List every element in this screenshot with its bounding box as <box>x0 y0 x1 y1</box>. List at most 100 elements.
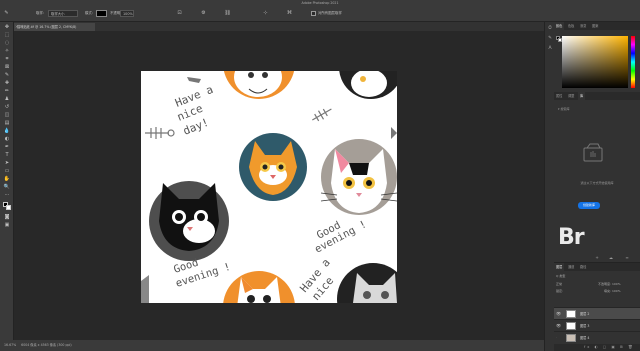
app-title: Adobe Photoshop 2021 <box>301 0 339 5</box>
brush-tool-icon[interactable]: ✏ <box>3 88 11 94</box>
lasso-tool-icon[interactable]: ◌ <box>3 40 11 46</box>
mode-label: 模式: <box>85 11 93 15</box>
gear-icon[interactable]: ⚙ <box>200 10 207 17</box>
marquee-tool-icon[interactable]: ⬚ <box>3 32 11 38</box>
tab-paths[interactable]: 路径 <box>578 263 588 271</box>
tab-properties[interactable]: 属性 <box>554 92 564 100</box>
menu-icon[interactable]: ≡ <box>624 255 630 260</box>
document-tab[interactable]: 猫咪贴纸.tif @ 16.7% (图层 2, CMYK/8) <box>13 23 95 31</box>
layer-name: 图层 4 <box>580 336 590 340</box>
layer-filter[interactable]: Q 类型 <box>556 273 565 279</box>
eye-hidden-icon[interactable]: · <box>556 335 557 340</box>
stamp-tool-icon[interactable]: ♟ <box>3 96 11 102</box>
zoom-tool-icon[interactable]: 🔍 <box>3 184 11 190</box>
dodge-tool-icon[interactable]: ◐ <box>3 136 11 142</box>
healing-brush-icon[interactable]: ✚ <box>3 80 11 86</box>
tools-panel: ✥ ⬚ ◌ ✧ ⌗ ⊠ ✎ ✚ ✏ ♟ ↺ ◫ ▤ 💧 ◐ ✒ T ➤ ▭ ✋ … <box>0 22 14 340</box>
tab-adjustments[interactable]: 调整 <box>566 92 576 100</box>
layer-thumbnail <box>566 322 576 330</box>
layers-panel: 图层 通道 路径 Q 类型 正常 不透明度: 100% 锁定: 填充: 100%… <box>554 262 640 351</box>
color-picker-field[interactable] <box>562 36 628 88</box>
sample-all-layers-checkbox[interactable] <box>311 11 316 16</box>
align-icon[interactable]: ⊡ <box>176 10 183 17</box>
screen-mode-icon[interactable]: ▣ <box>3 222 11 228</box>
shape-tool-icon[interactable]: ▭ <box>3 168 11 174</box>
eye-icon[interactable]: 👁 <box>556 311 561 316</box>
history-brush-icon[interactable]: ↺ <box>3 104 11 110</box>
color-panel-tabs: 颜色 色板 渐变 图案 <box>554 22 640 30</box>
fish-icon <box>187 77 201 83</box>
right-panels: 颜色 色板 渐变 图案 属性 调整 库 ▾ 搜索库 通过以下方式开始使用库 创建… <box>554 22 640 351</box>
cat-pattern-artwork: Have a nice day! Good evening ! Good eve… <box>141 71 397 303</box>
history-icon[interactable]: ⏱ <box>547 26 553 32</box>
eye-icon[interactable]: 👁 <box>556 323 561 328</box>
panel-icon-strip: ⏱ ✎ A <box>544 22 554 351</box>
gradient-tool-icon[interactable]: ▤ <box>3 120 11 126</box>
library-panel-tabs: 属性 调整 库 <box>554 92 640 100</box>
sample-all-layers-label: 对所有图层取样 <box>318 11 342 15</box>
library-search[interactable]: ▾ 搜索库 <box>558 106 636 112</box>
eyedropper-tool-icon[interactable]: ✎ <box>3 10 10 17</box>
hand-tool-icon[interactable]: ✋ <box>3 176 11 182</box>
tab-color[interactable]: 颜色 <box>554 22 565 30</box>
document-canvas[interactable]: Have a nice day! Good evening ! Good eve… <box>141 71 397 303</box>
layer-row[interactable]: 👁 图层 3 <box>554 319 640 331</box>
tab-libraries[interactable]: 库 <box>578 92 586 100</box>
type-tool-icon[interactable]: T <box>3 152 11 158</box>
eyedropper-icon[interactable]: ✎ <box>3 72 11 78</box>
frame-tool-icon[interactable]: ⊠ <box>3 64 11 70</box>
tab-patterns[interactable]: 图案 <box>590 22 600 30</box>
layer-opacity[interactable]: 不透明度: 100% <box>598 281 621 287</box>
layer-thumbnail <box>566 334 576 342</box>
lock-label: 锁定: <box>556 289 564 293</box>
pen-tool-icon[interactable]: ✒ <box>3 144 11 150</box>
options-bar: ✎ 取样: 取样大小 模式: 不透明度: 100% ⊡ ⚙ ⛓ ⊹ ⌘ 对所有图… <box>0 5 640 22</box>
transform-icon[interactable]: ⊹ <box>262 10 269 17</box>
eraser-tool-icon[interactable]: ◫ <box>3 112 11 118</box>
bridge-logo: Br <box>558 225 585 250</box>
photoshop-window: Adobe Photoshop 2021 ✎ 取样: 取样大小 模式: 不透明度… <box>0 0 640 351</box>
opacity-input[interactable]: 100% <box>120 10 134 17</box>
hue-slider[interactable] <box>631 36 635 88</box>
zoom-level[interactable]: 16.67% <box>4 343 16 347</box>
tab-channels[interactable]: 通道 <box>566 263 576 271</box>
tab-gradients[interactable]: 渐变 <box>578 22 588 30</box>
add-content-icon[interactable]: + <box>594 255 600 260</box>
brush-settings-icon[interactable]: ✎ <box>547 36 553 42</box>
crop-tool-icon[interactable]: ⌗ <box>3 56 11 62</box>
create-library-button[interactable]: 创建新库 <box>578 202 600 209</box>
quick-mask-icon[interactable]: ◙ <box>3 214 11 220</box>
layers-footer-icons[interactable]: fx ◐ ▢ ▣ ⊞ 🗑 <box>554 344 640 351</box>
link-icon[interactable]: ⛓ <box>224 10 231 17</box>
status-bar: 16.67% 6004 像素 x 4563 像素 (300 ppi) <box>0 340 544 351</box>
color-swatch[interactable] <box>96 10 107 17</box>
document-tab-bar: 猫咪贴纸.tif @ 16.7% (图层 2, CMYK/8) × <box>0 22 544 31</box>
fish-icon <box>391 127 397 139</box>
background-color[interactable] <box>6 205 11 210</box>
warp-icon[interactable]: ⌘ <box>286 10 293 17</box>
layer-thumbnail <box>566 310 576 318</box>
layer-fill[interactable]: 填充: 100% <box>604 288 621 294</box>
blend-mode-select[interactable]: 正常 <box>556 281 562 287</box>
library-empty-message: 通过以下方式开始使用库 <box>580 181 614 185</box>
move-tool-icon[interactable]: ✥ <box>3 24 11 30</box>
sample-label: 取样: <box>36 11 44 15</box>
fishbone-icon <box>145 127 175 139</box>
close-tab-icon[interactable]: × <box>15 22 18 31</box>
layer-row[interactable]: 👁 图层 2 <box>554 307 640 319</box>
more-tools-icon[interactable]: ⋯ <box>3 192 11 198</box>
library-folder-icon <box>583 143 603 162</box>
character-icon[interactable]: A <box>547 46 553 52</box>
tab-layers[interactable]: 图层 <box>554 263 565 271</box>
cloud-icon[interactable]: ☁ <box>608 255 614 260</box>
path-select-icon[interactable]: ➤ <box>3 160 11 166</box>
layer-row[interactable]: · 图层 4 <box>554 331 640 343</box>
fishbone-icon <box>312 108 332 122</box>
sample-size-select[interactable]: 取样大小 <box>48 10 78 17</box>
document-title: 猫咪贴纸.tif @ 16.7% (图层 2, CMYK/8) <box>17 25 77 29</box>
blur-tool-icon[interactable]: 💧 <box>3 128 11 134</box>
quick-select-tool-icon[interactable]: ✧ <box>3 48 11 54</box>
layers-panel-tabs: 图层 通道 路径 <box>554 263 640 271</box>
document-info[interactable]: 6004 像素 x 4563 像素 (300 ppi) <box>21 343 71 347</box>
tab-swatches[interactable]: 色板 <box>566 22 576 30</box>
